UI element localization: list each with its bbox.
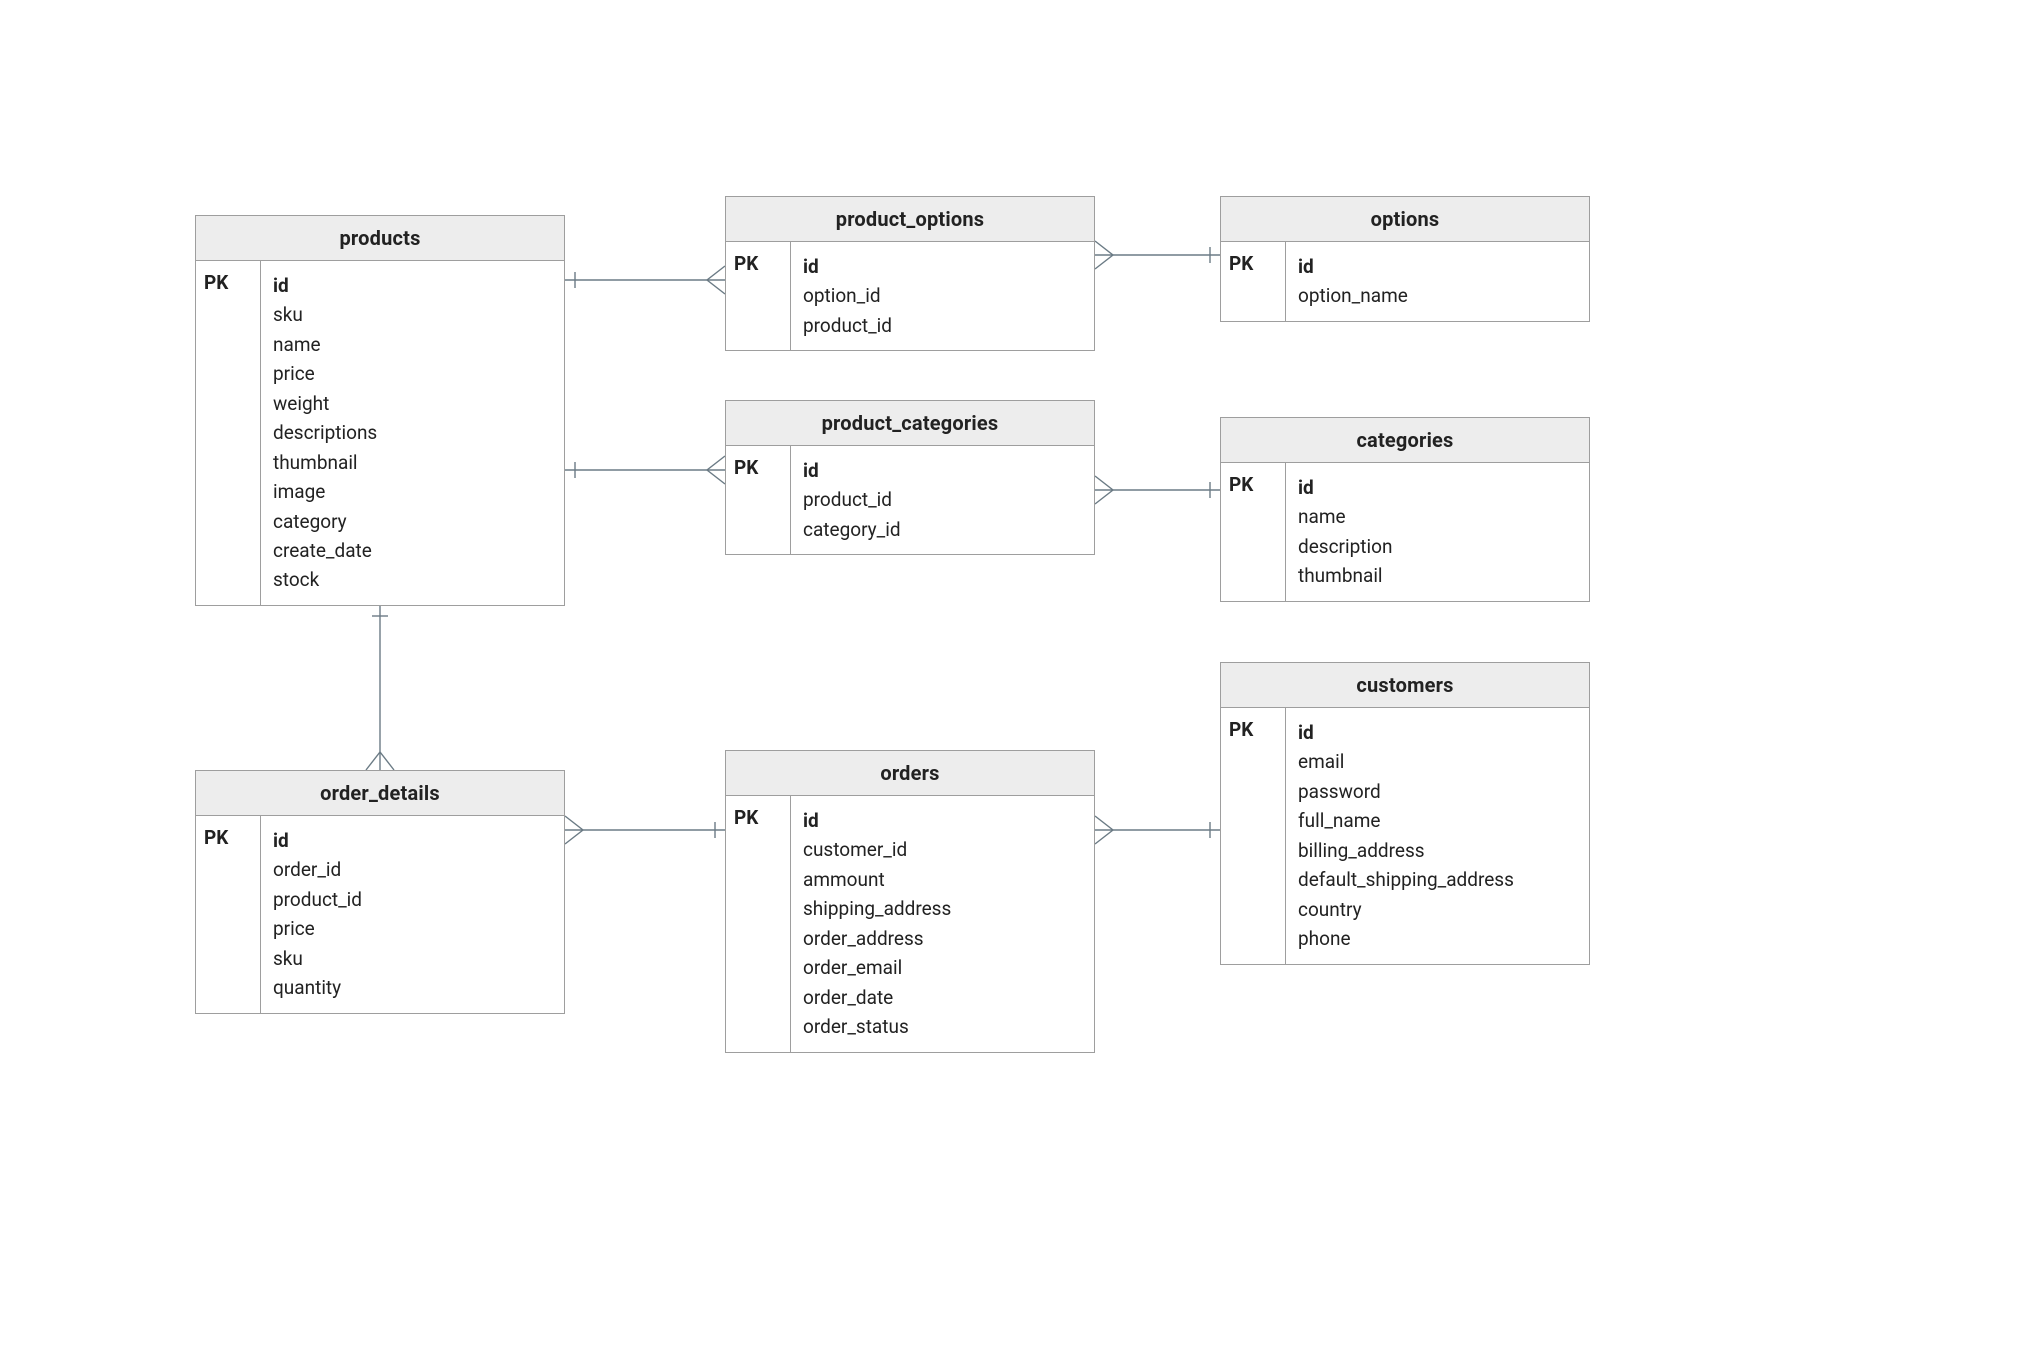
field: sku — [273, 300, 377, 329]
field: default_shipping_address — [1298, 865, 1514, 894]
field: full_name — [1298, 806, 1514, 835]
field: order_status — [803, 1012, 951, 1041]
field: order_date — [803, 983, 951, 1012]
field: email — [1298, 747, 1514, 776]
field: image — [273, 477, 377, 506]
entity-title: orders — [726, 751, 1094, 796]
entity-product_categories: product_categoriesPKidproduct_idcategory… — [725, 400, 1095, 555]
field: thumbnail — [1298, 561, 1392, 590]
field: order_id — [273, 855, 362, 884]
pk-column: PK — [1221, 242, 1286, 321]
field: password — [1298, 777, 1514, 806]
field: ammount — [803, 865, 951, 894]
field: customer_id — [803, 835, 951, 864]
field: thumbnail — [273, 448, 377, 477]
field: product_id — [803, 311, 892, 340]
field: name — [1298, 502, 1392, 531]
field: category_id — [803, 515, 901, 544]
entity-title: options — [1221, 197, 1589, 242]
fields-column: idoption_name — [1286, 242, 1420, 321]
field: product_id — [273, 885, 362, 914]
entity-title: product_categories — [726, 401, 1094, 446]
field: name — [273, 330, 377, 359]
entity-product_options: product_optionsPKidoption_idproduct_id — [725, 196, 1095, 351]
pk-column: PK — [1221, 708, 1286, 964]
relationship — [565, 266, 725, 294]
entity-products: productsPKidskunamepriceweightdescriptio… — [195, 215, 565, 606]
pk-column: PK — [196, 261, 261, 605]
field: sku — [273, 944, 362, 973]
entity-orders: ordersPKidcustomer_idammountshipping_add… — [725, 750, 1095, 1053]
erd-canvas: productsPKidskunamepriceweightdescriptio… — [0, 0, 2026, 1368]
entity-customers: customersPKidemailpasswordfull_namebilli… — [1220, 662, 1590, 965]
entity-order_details: order_detailsPKidorder_idproduct_idprice… — [195, 770, 565, 1014]
relationship — [1095, 816, 1220, 844]
field: product_id — [803, 485, 901, 514]
entity-title: customers — [1221, 663, 1589, 708]
pk-column: PK — [196, 816, 261, 1013]
fields-column: idemailpasswordfull_namebilling_addressd… — [1286, 708, 1526, 964]
field: option_id — [803, 281, 892, 310]
field: order_email — [803, 953, 951, 982]
field: quantity — [273, 973, 362, 1002]
field: billing_address — [1298, 836, 1514, 865]
field-pk: id — [803, 252, 892, 281]
relationship — [1095, 476, 1220, 504]
relationship — [1095, 241, 1220, 269]
fields-column: idnamedescriptionthumbnail — [1286, 463, 1404, 601]
field-pk: id — [803, 806, 951, 835]
field: option_name — [1298, 281, 1408, 310]
relationship — [565, 456, 725, 484]
field: create_date — [273, 536, 377, 565]
relationship — [565, 816, 725, 844]
fields-column: idskunamepriceweightdescriptionsthumbnai… — [261, 261, 389, 605]
entity-title: product_options — [726, 197, 1094, 242]
field: order_address — [803, 924, 951, 953]
fields-column: idoption_idproduct_id — [791, 242, 904, 350]
pk-column: PK — [1221, 463, 1286, 601]
field-pk: id — [273, 826, 362, 855]
field: country — [1298, 895, 1514, 924]
field: stock — [273, 565, 377, 594]
field: description — [1298, 532, 1392, 561]
fields-column: idproduct_idcategory_id — [791, 446, 913, 554]
pk-column: PK — [726, 242, 791, 350]
field-pk: id — [1298, 473, 1392, 502]
entity-options: optionsPKidoption_name — [1220, 196, 1590, 322]
field: shipping_address — [803, 894, 951, 923]
field: price — [273, 914, 362, 943]
fields-column: idorder_idproduct_idpriceskuquantity — [261, 816, 374, 1013]
field-pk: id — [1298, 718, 1514, 747]
field: weight — [273, 389, 377, 418]
entity-title: order_details — [196, 771, 564, 816]
field-pk: id — [1298, 252, 1408, 281]
field-pk: id — [803, 456, 901, 485]
pk-column: PK — [726, 796, 791, 1052]
field: phone — [1298, 924, 1514, 953]
field: descriptions — [273, 418, 377, 447]
entity-title: categories — [1221, 418, 1589, 463]
field: category — [273, 507, 377, 536]
entity-title: products — [196, 216, 564, 261]
entity-categories: categoriesPKidnamedescriptionthumbnail — [1220, 417, 1590, 602]
field-pk: id — [273, 271, 377, 300]
fields-column: idcustomer_idammountshipping_addressorde… — [791, 796, 963, 1052]
relationship — [366, 606, 394, 770]
pk-column: PK — [726, 446, 791, 554]
field: price — [273, 359, 377, 388]
